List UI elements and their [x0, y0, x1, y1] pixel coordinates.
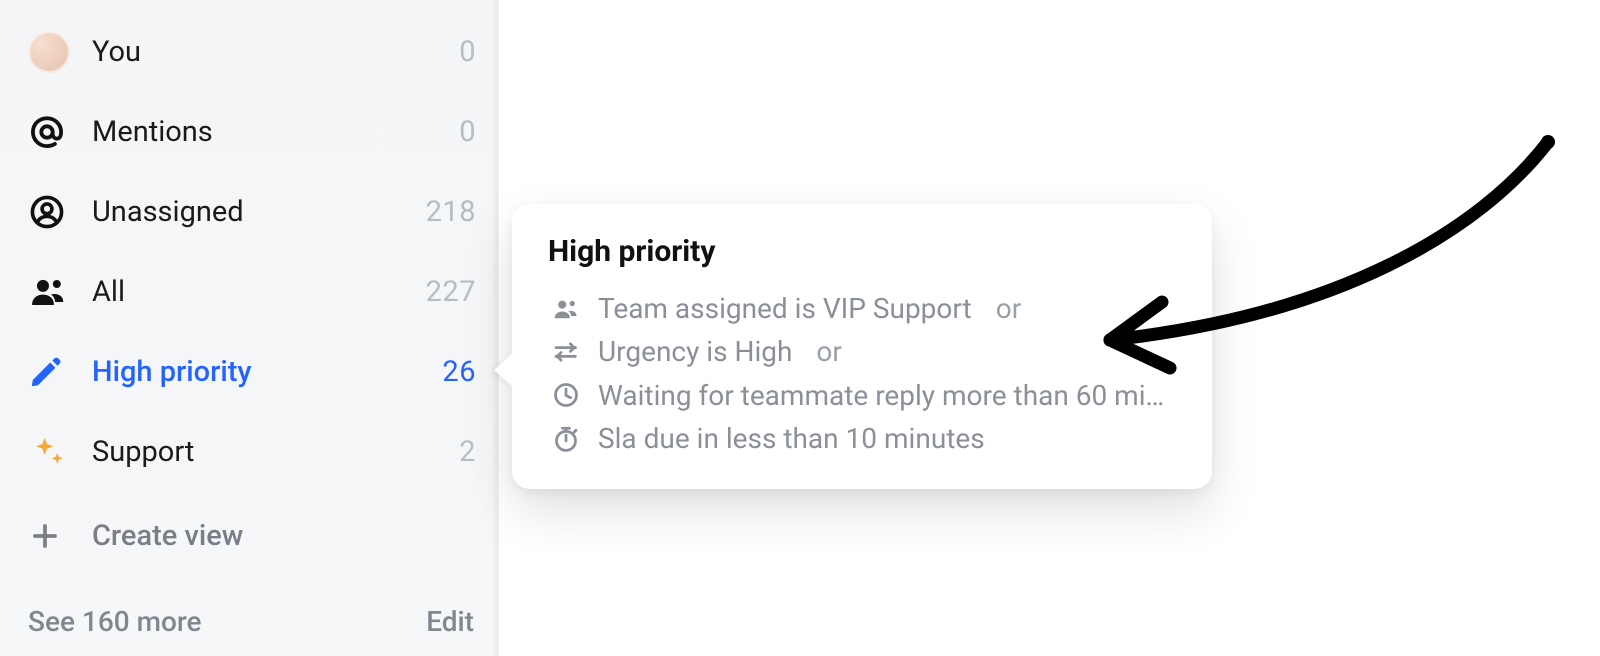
sidebar-item-support[interactable]: Support 2 [28, 412, 484, 492]
at-sign-icon [28, 113, 92, 151]
condition-text: Team assigned is VIP Support [598, 287, 972, 330]
popover-title: High priority [548, 234, 1176, 269]
sidebar-item-count: 2 [459, 435, 476, 469]
sidebar-item-you[interactable]: You 0 [28, 12, 484, 92]
condition-text: Urgency is High [598, 330, 792, 373]
sparkle-icon [28, 432, 92, 472]
create-view-label: Create view [92, 519, 243, 553]
sidebar-item-label: Mentions [92, 115, 213, 149]
sidebar-item-unassigned[interactable]: Unassigned 218 [28, 172, 484, 252]
sidebar-item-high-priority[interactable]: High priority 26 [28, 332, 484, 412]
avatar-icon [28, 31, 92, 73]
condition-row: Team assigned is VIP Support or [548, 287, 1176, 330]
sidebar-item-all[interactable]: All 227 [28, 252, 484, 332]
sidebar-item-count: 0 [459, 115, 476, 149]
edit-link[interactable]: Edit [426, 605, 474, 638]
sidebar-item-label: You [92, 35, 141, 69]
view-conditions-popover: High priority Team assigned is VIP Suppo… [512, 204, 1212, 489]
sidebar-item-count: 218 [426, 195, 476, 229]
sidebar-item-label: High priority [92, 355, 252, 389]
see-more-link[interactable]: See 160 more [28, 605, 202, 638]
sidebar: You 0 Mentions 0 [0, 0, 498, 656]
sidebar-item-count: 26 [442, 355, 476, 389]
sidebar-item-label: Support [92, 435, 194, 469]
people-icon [548, 294, 584, 324]
sidebar-item-count: 0 [459, 35, 476, 69]
plus-icon [30, 521, 92, 551]
stopwatch-icon [548, 424, 584, 454]
sidebar-item-label: Unassigned [92, 195, 244, 229]
condition-row: Urgency is High or [548, 330, 1176, 373]
pencil-icon [28, 354, 92, 390]
condition-or: or [816, 330, 841, 373]
condition-row: Waiting for teammate reply more than 60 … [548, 374, 1176, 417]
sidebar-item-label: All [92, 275, 125, 309]
sidebar-item-mentions[interactable]: Mentions 0 [28, 92, 484, 172]
condition-row: Sla due in less than 10 minutes [548, 417, 1176, 460]
sidebar-item-count: 227 [426, 275, 476, 309]
create-view-button[interactable]: Create view [0, 496, 498, 576]
clock-icon [548, 380, 584, 410]
user-circle-icon [28, 193, 92, 231]
people-icon [28, 272, 92, 312]
condition-text: Waiting for teammate reply more than 60 … [598, 374, 1176, 417]
condition-or: or [996, 287, 1021, 330]
sidebar-footer: See 160 more Edit [28, 605, 474, 638]
condition-text: Sla due in less than 10 minutes [598, 417, 985, 460]
arrows-horizontal-icon [548, 337, 584, 367]
sidebar-list: You 0 Mentions 0 [0, 12, 498, 492]
